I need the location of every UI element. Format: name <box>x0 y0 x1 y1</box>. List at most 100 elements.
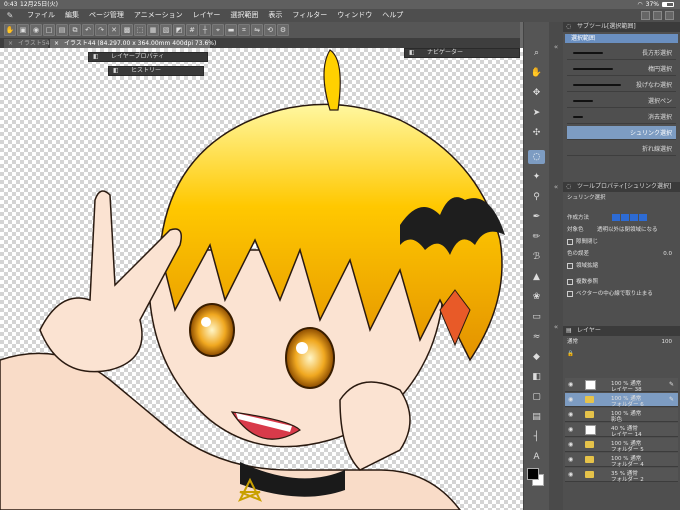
tab-inactive[interactable]: × イラスト54(I... <box>4 39 59 48</box>
subtool-panel-header[interactable]: ◌ サブツール[選択範囲] <box>563 22 680 32</box>
pen-tool-icon[interactable]: ✒ <box>528 210 545 224</box>
rotate-icon[interactable]: ⟲ <box>264 24 276 36</box>
subtool-group-tab[interactable]: 選択範囲 <box>565 34 678 43</box>
target-color-row[interactable]: 対象色 透明以外は閉領域になる <box>567 226 676 235</box>
invert-icon[interactable]: ◩ <box>173 24 185 36</box>
selection-tool-icon[interactable]: ◌ <box>528 150 545 164</box>
vector-center-checkbox[interactable] <box>567 290 573 297</box>
ruler-icon[interactable]: ┼ <box>199 24 211 36</box>
layer-panel-header[interactable]: ▤ レイヤー <box>563 326 680 336</box>
app-logo-icon[interactable]: ✎ <box>4 11 16 21</box>
palette-toggle-icon[interactable]: ◧ <box>409 49 415 57</box>
maximize-button[interactable] <box>653 11 662 20</box>
panel-collapse-icon[interactable]: « <box>551 322 561 332</box>
mode-buttons[interactable] <box>611 214 647 223</box>
eyedropper-tool-icon[interactable]: ⚲ <box>528 190 545 204</box>
menu-layer[interactable]: レイヤー <box>188 9 226 22</box>
layer-row[interactable]: ◉ 100 % 通常 影色 <box>565 408 678 423</box>
canvas[interactable]: ◧ レイヤープロパティ ◧ ヒストリー ◧ ナビゲーター <box>0 48 523 510</box>
decoration-tool-icon[interactable]: ❀ <box>528 290 545 304</box>
grid-icon[interactable]: # <box>186 24 198 36</box>
brush-tool-icon[interactable]: ℬ <box>528 250 545 264</box>
frame-tool-icon[interactable]: ▤ <box>528 410 545 424</box>
settings-icon[interactable]: ⚙ <box>277 24 289 36</box>
multi-ref-row[interactable]: 複数参照 <box>567 278 676 287</box>
close-gap-row[interactable]: 隙間閉じ <box>567 238 676 247</box>
layer-row-selected[interactable]: ◉ 100 % 通常 フォルダー 6 ✎ <box>565 393 678 408</box>
save-icon[interactable]: ▣ <box>17 24 29 36</box>
history-palette[interactable]: ◧ ヒストリー <box>108 66 204 76</box>
gradient-tool-icon[interactable]: ◧ <box>528 370 545 384</box>
eraser-tool-icon[interactable]: ▭ <box>528 310 545 324</box>
copy-icon[interactable]: ⧉ <box>69 24 81 36</box>
layer-row[interactable]: ◉ 100 % 通常 フォルダー 4 <box>565 453 678 468</box>
tab-active[interactable]: × イラスト44 (84.297.00 x 364.00mm 400dpi 73… <box>50 39 216 48</box>
deselect-icon[interactable]: ▧ <box>160 24 172 36</box>
operation-tool-icon[interactable]: ➤ <box>528 106 545 120</box>
menu-help[interactable]: ヘルプ <box>377 9 408 22</box>
close-window-button[interactable] <box>665 11 674 20</box>
subtool-item[interactable]: 長方形選択 <box>567 46 676 60</box>
layer-blend-row[interactable]: 通常 100 <box>567 338 676 347</box>
menu-animation[interactable]: アニメーション <box>129 9 188 22</box>
blend-tool-icon[interactable]: ≈ <box>528 330 545 344</box>
palette-toggle-icon[interactable]: ◧ <box>113 67 119 75</box>
visibility-eye-icon[interactable]: ◉ <box>568 396 573 403</box>
subtool-item[interactable]: 選択ペン <box>567 94 676 108</box>
subtool-item[interactable]: 楕円選択 <box>567 62 676 76</box>
color-error-row[interactable]: 色の誤差 0.0 <box>567 250 676 259</box>
layer-property-palette[interactable]: ◧ レイヤープロパティ <box>88 52 208 62</box>
new-icon[interactable]: □ <box>43 24 55 36</box>
select-all-icon[interactable]: ▦ <box>147 24 159 36</box>
layer-icon[interactable]: ▬ <box>225 24 237 36</box>
panel-collapse-icon[interactable]: « <box>551 182 561 192</box>
snap-icon[interactable]: ⌖ <box>212 24 224 36</box>
tab-close-icon[interactable]: × <box>8 39 13 48</box>
panel-collapse-icon[interactable]: « <box>551 42 561 52</box>
navigator-palette[interactable]: ◧ ナビゲーター <box>404 48 520 58</box>
flip-icon[interactable]: ⇋ <box>251 24 263 36</box>
palette-toggle-icon[interactable]: ◧ <box>93 53 99 61</box>
visibility-eye-icon[interactable]: ◉ <box>568 456 573 463</box>
menu-selection[interactable]: 選択範囲 <box>225 9 263 22</box>
menu-window[interactable]: ウィンドウ <box>332 9 377 22</box>
figure-tool-icon[interactable]: ▢ <box>528 390 545 404</box>
redo-icon[interactable]: ↷ <box>95 24 107 36</box>
airbrush-tool-icon[interactable]: ▲ <box>528 270 545 284</box>
menu-filter[interactable]: フィルター <box>287 9 332 22</box>
menu-page[interactable]: ページ管理 <box>84 9 129 22</box>
undo-icon[interactable]: ↶ <box>82 24 94 36</box>
auto-select-tool-icon[interactable]: ✦ <box>528 170 545 184</box>
menu-view[interactable]: 表示 <box>263 9 287 22</box>
open-icon[interactable]: ▤ <box>56 24 68 36</box>
fill-tool-icon[interactable]: ◆ <box>528 350 545 364</box>
vector-center-row[interactable]: ベクターの中心線で取り止まる <box>567 290 676 299</box>
subtool-item[interactable]: 折れ線選択 <box>567 142 676 156</box>
area-expand-checkbox[interactable] <box>567 262 573 269</box>
ruler-tool-icon[interactable]: ┤ <box>528 430 545 444</box>
menu-file[interactable]: ファイル <box>22 9 60 22</box>
visibility-eye-icon[interactable]: ◉ <box>568 411 573 418</box>
layer-blend-mode[interactable]: 通常 <box>567 339 578 345</box>
clear-icon[interactable]: ✕ <box>108 24 120 36</box>
layer-move-tool-icon[interactable]: ✣ <box>528 126 545 140</box>
close-gap-checkbox[interactable] <box>567 238 573 245</box>
multi-ref-checkbox[interactable] <box>567 278 573 285</box>
layer-opacity-value[interactable]: 100 <box>662 338 673 347</box>
area-expand-row[interactable]: 領域拡縮 <box>567 262 676 271</box>
transform-icon[interactable]: ⬚ <box>134 24 146 36</box>
main-color-swatch[interactable] <box>527 468 539 480</box>
menu-edit[interactable]: 編集 <box>60 9 84 22</box>
layer-lock-icon[interactable]: 🔒 <box>567 351 574 357</box>
visibility-eye-icon[interactable]: ◉ <box>568 426 573 433</box>
crop-icon[interactable]: ⌗ <box>238 24 250 36</box>
tab-close-icon[interactable]: × <box>54 39 59 48</box>
minimize-button[interactable] <box>641 11 650 20</box>
move-tool-icon[interactable]: ✥ <box>528 86 545 100</box>
zoom-tool-icon[interactable]: ⌕ <box>528 46 545 60</box>
visibility-eye-icon[interactable]: ◉ <box>568 471 573 478</box>
layer-row[interactable]: ◉ 35 % 通常 フォルダー 2 <box>565 468 678 483</box>
layer-row[interactable]: ◉ 100 % 通常 レイヤー 38 ✎ <box>565 378 678 393</box>
layer-row[interactable]: ◉ 40 % 通常 レイヤー 14 <box>565 423 678 438</box>
layer-row[interactable]: ◉ 100 % 通常 フォルダー 5 <box>565 438 678 453</box>
